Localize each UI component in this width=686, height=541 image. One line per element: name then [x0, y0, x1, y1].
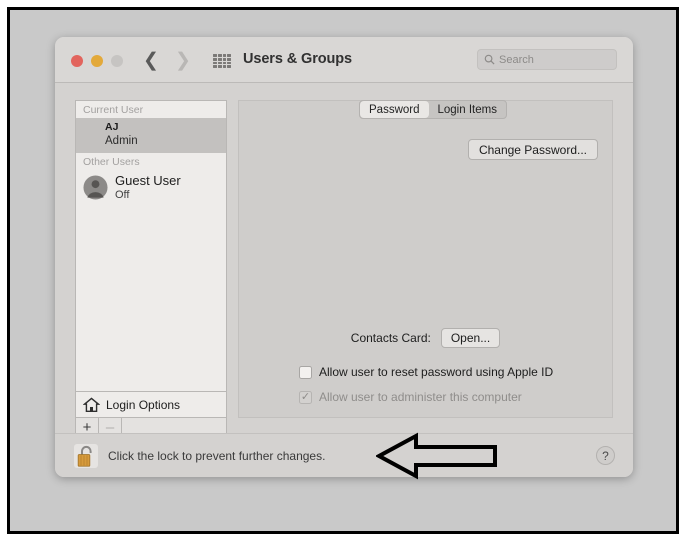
lock-message: Click the lock to prevent further change…: [108, 449, 325, 463]
checkbox-row-reset-password[interactable]: Allow user to reset password using Apple…: [299, 365, 553, 379]
help-button[interactable]: ?: [596, 446, 615, 465]
group-header-other-users: Other Users: [76, 153, 226, 170]
tab-segmented-control: Password Login Items: [359, 100, 507, 119]
checkbox-reset-password[interactable]: [299, 366, 312, 379]
login-options-label: Login Options: [106, 398, 180, 412]
screenshot-canvas: ❮ ❯ Users & Groups Search: [7, 7, 679, 534]
close-button[interactable]: [71, 55, 83, 67]
minimize-button[interactable]: [91, 55, 103, 67]
lock-control[interactable]: Click the lock to prevent further change…: [73, 442, 325, 470]
user-row-guest[interactable]: Guest User Off: [76, 170, 226, 207]
window-body: Current User AJ Admin Other Users: [55, 83, 633, 477]
search-field[interactable]: Search: [477, 49, 617, 70]
tab-password[interactable]: Password: [360, 101, 429, 118]
checkbox-label: Allow user to administer this computer: [319, 390, 522, 404]
open-contacts-card-button[interactable]: Open...: [441, 328, 500, 348]
zoom-button[interactable]: [111, 55, 123, 67]
contacts-card-row: Contacts Card: Open...: [239, 328, 612, 348]
checkbox-administer-computer: ✓: [299, 391, 312, 404]
user-row-aj[interactable]: AJ Admin: [76, 118, 226, 153]
group-header-current-user: Current User: [76, 101, 226, 118]
checkbox-row-administer-computer: ✓ Allow user to administer this computer: [299, 390, 522, 404]
avatar: [83, 175, 108, 200]
change-password-button[interactable]: Change Password...: [468, 139, 598, 160]
user-name: AJ: [105, 121, 138, 134]
padlock-open-icon[interactable]: [73, 442, 99, 470]
sidebar-item-login-options[interactable]: Login Options: [75, 392, 227, 418]
users-and-groups-window: ❮ ❯ Users & Groups Search: [55, 37, 633, 477]
search-icon: [484, 54, 495, 65]
search-placeholder: Search: [499, 54, 534, 66]
arrow-left-annotation: [376, 432, 498, 480]
page-title: Users & Groups: [243, 51, 352, 67]
window-traffic-lights: [71, 55, 123, 67]
user-role: Off: [115, 189, 181, 203]
house-icon: [83, 397, 100, 413]
sidebar-footer: Login Options + –: [75, 392, 227, 438]
navigation-buttons: ❮ ❯: [143, 50, 191, 70]
show-all-grid-icon[interactable]: [213, 54, 231, 68]
user-role: Admin: [105, 134, 138, 148]
checkbox-label: Allow user to reset password using Apple…: [319, 365, 553, 379]
window-footer: Click the lock to prevent further change…: [55, 433, 633, 477]
forward-chevron-icon[interactable]: ❯: [175, 50, 191, 70]
tab-login-items[interactable]: Login Items: [429, 101, 506, 118]
password-settings-pane: Password Login Items Change Password... …: [238, 100, 613, 418]
window-titlebar: ❮ ❯ Users & Groups Search: [55, 37, 633, 83]
contacts-card-label: Contacts Card:: [351, 331, 431, 345]
user-name: Guest User: [115, 173, 181, 189]
user-list-sidebar[interactable]: Current User AJ Admin Other Users: [75, 100, 227, 392]
back-chevron-icon[interactable]: ❮: [143, 50, 159, 70]
